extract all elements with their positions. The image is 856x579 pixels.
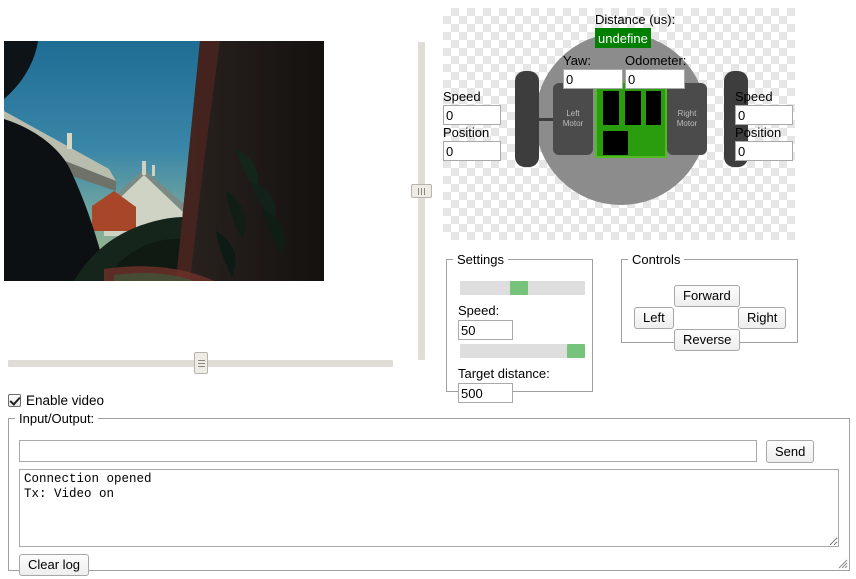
right-motor-label-line1: Right [677, 109, 697, 118]
distance-label: Distance (us): [595, 12, 676, 27]
left-position-field[interactable] [443, 141, 501, 161]
send-button[interactable]: Send [766, 440, 815, 463]
vertical-splitter-track[interactable] [418, 42, 425, 360]
right-motor: Right Motor [667, 83, 707, 155]
command-input[interactable] [19, 440, 757, 462]
odometer-value-field[interactable] [625, 69, 685, 89]
vertical-grip-icon [421, 187, 422, 195]
controls-legend: Controls [632, 252, 681, 267]
left-position-label: Position [443, 125, 490, 140]
horizontal-grip-icon [197, 365, 205, 367]
vertical-grip-icon [418, 187, 419, 195]
resize-grip-icon [838, 559, 848, 569]
right-speed-field[interactable] [735, 105, 793, 125]
settings-panel: Settings Speed: Target distance: [446, 252, 593, 403]
board-chip [603, 131, 628, 155]
forward-button[interactable]: Forward [674, 285, 740, 307]
enable-video-checkbox[interactable] [8, 394, 21, 407]
log-output[interactable]: Connection opened Tx: Video on [19, 469, 839, 547]
enable-video-label: Enable video [26, 393, 105, 408]
left-speed-field[interactable] [443, 105, 501, 125]
distance-value-field[interactable] [595, 28, 651, 48]
yaw-value-field[interactable] [563, 69, 623, 89]
target-distance-slider-thumb[interactable] [567, 344, 585, 358]
board-chip [646, 91, 661, 125]
right-motor-label-line2: Motor [676, 119, 698, 128]
speed-slider-thumb[interactable] [510, 281, 528, 295]
controls-panel: Controls Forward Left Right Reverse [621, 252, 798, 351]
left-speed-label: Speed [443, 89, 481, 104]
speed-setting-label: Speed: [458, 303, 500, 318]
target-distance-input[interactable] [458, 383, 513, 403]
right-button[interactable]: Right [738, 307, 787, 329]
vertical-grip-icon [424, 187, 425, 195]
target-distance-slider-track[interactable] [460, 344, 585, 358]
input-output-panel: Input/Output: Send Connection opened Tx:… [8, 411, 850, 576]
yaw-label: Yaw: [563, 53, 591, 68]
left-motor-label-line2: Motor [562, 119, 584, 128]
speed-slider-track[interactable] [460, 281, 585, 295]
video-preview [4, 41, 324, 281]
left-wheel [515, 71, 539, 167]
input-output-legend: Input/Output: [19, 411, 95, 426]
right-speed-label: Speed [735, 89, 773, 104]
horizontal-grip-icon [197, 362, 205, 364]
left-motor-label-line1: Left [566, 109, 580, 118]
video-frame-image [4, 41, 324, 281]
settings-legend: Settings [457, 252, 504, 267]
board-chip [603, 91, 619, 125]
board-chip [625, 91, 641, 125]
controller-board [595, 81, 667, 158]
horizontal-grip-icon [197, 359, 205, 361]
left-motor: Left Motor [553, 83, 593, 155]
speed-setting-input[interactable] [458, 320, 513, 340]
vertical-splitter-handle[interactable] [411, 184, 432, 198]
odometer-label: Odometer: [625, 53, 687, 68]
target-distance-label: Target distance: [458, 366, 550, 381]
right-position-label: Position [735, 125, 782, 140]
robot-visualization-canvas: Left Motor Right Motor Distance (us): Ya… [443, 8, 795, 240]
horizontal-splitter-handle[interactable] [194, 352, 208, 374]
enable-video-row[interactable]: Enable video [8, 393, 104, 408]
right-position-field[interactable] [735, 141, 793, 161]
clear-log-button[interactable]: Clear log [19, 554, 90, 576]
left-button[interactable]: Left [634, 307, 674, 329]
reverse-button[interactable]: Reverse [674, 329, 741, 351]
